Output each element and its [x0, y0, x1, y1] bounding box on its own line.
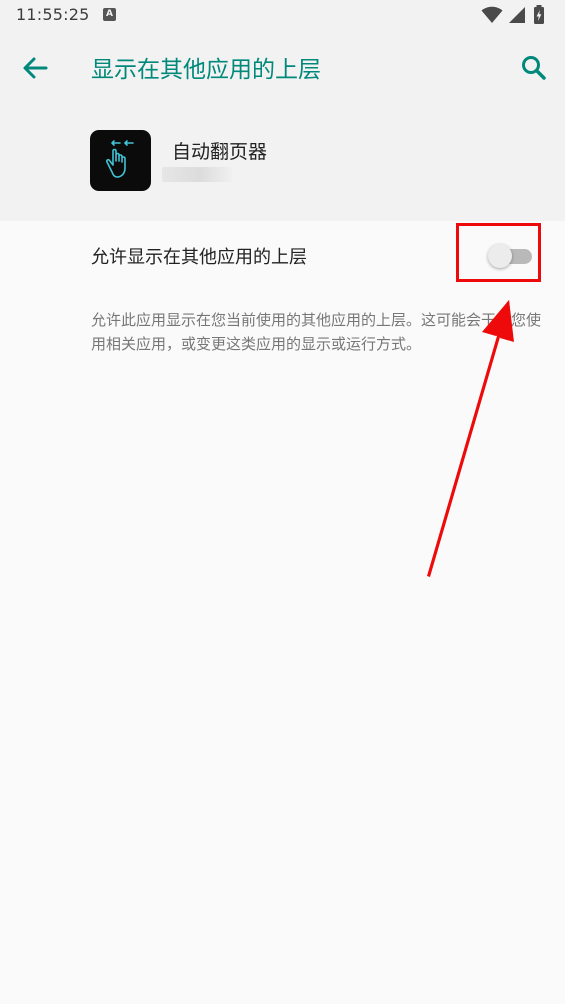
app-version-redacted	[162, 167, 232, 182]
status-icons	[481, 5, 551, 25]
status-bar: 11:55:25 A	[0, 0, 565, 30]
signal-icon	[509, 7, 525, 23]
wifi-icon	[481, 6, 503, 23]
arrow-back-icon	[23, 57, 48, 79]
annotation-highlight-box	[456, 223, 541, 282]
app-icon	[90, 130, 151, 191]
battery-icon	[534, 5, 544, 24]
app-name: 自动翻页器	[172, 141, 268, 163]
page-title: 显示在其他应用的上层	[91, 57, 321, 83]
search-button[interactable]	[513, 47, 555, 89]
back-button[interactable]	[14, 47, 56, 89]
setting-description: 允许此应用显示在您当前使用的其他应用的上层。这可能会干扰您使用相关应用，或变更这…	[91, 311, 542, 353]
status-time: 11:55:25	[16, 5, 90, 24]
notification-badge-icon: A	[103, 8, 116, 21]
allow-overlay-label: 允许显示在其他应用的上层	[91, 247, 307, 268]
hand-swipe-icon	[105, 140, 134, 178]
settings-screen: 11:55:25 A 显示在其他应用的上层 自动翻页器 允许显示在其他应用的上层…	[0, 0, 565, 1004]
app-header-area: 显示在其他应用的上层 自动翻页器	[0, 30, 565, 221]
search-icon	[522, 56, 546, 80]
